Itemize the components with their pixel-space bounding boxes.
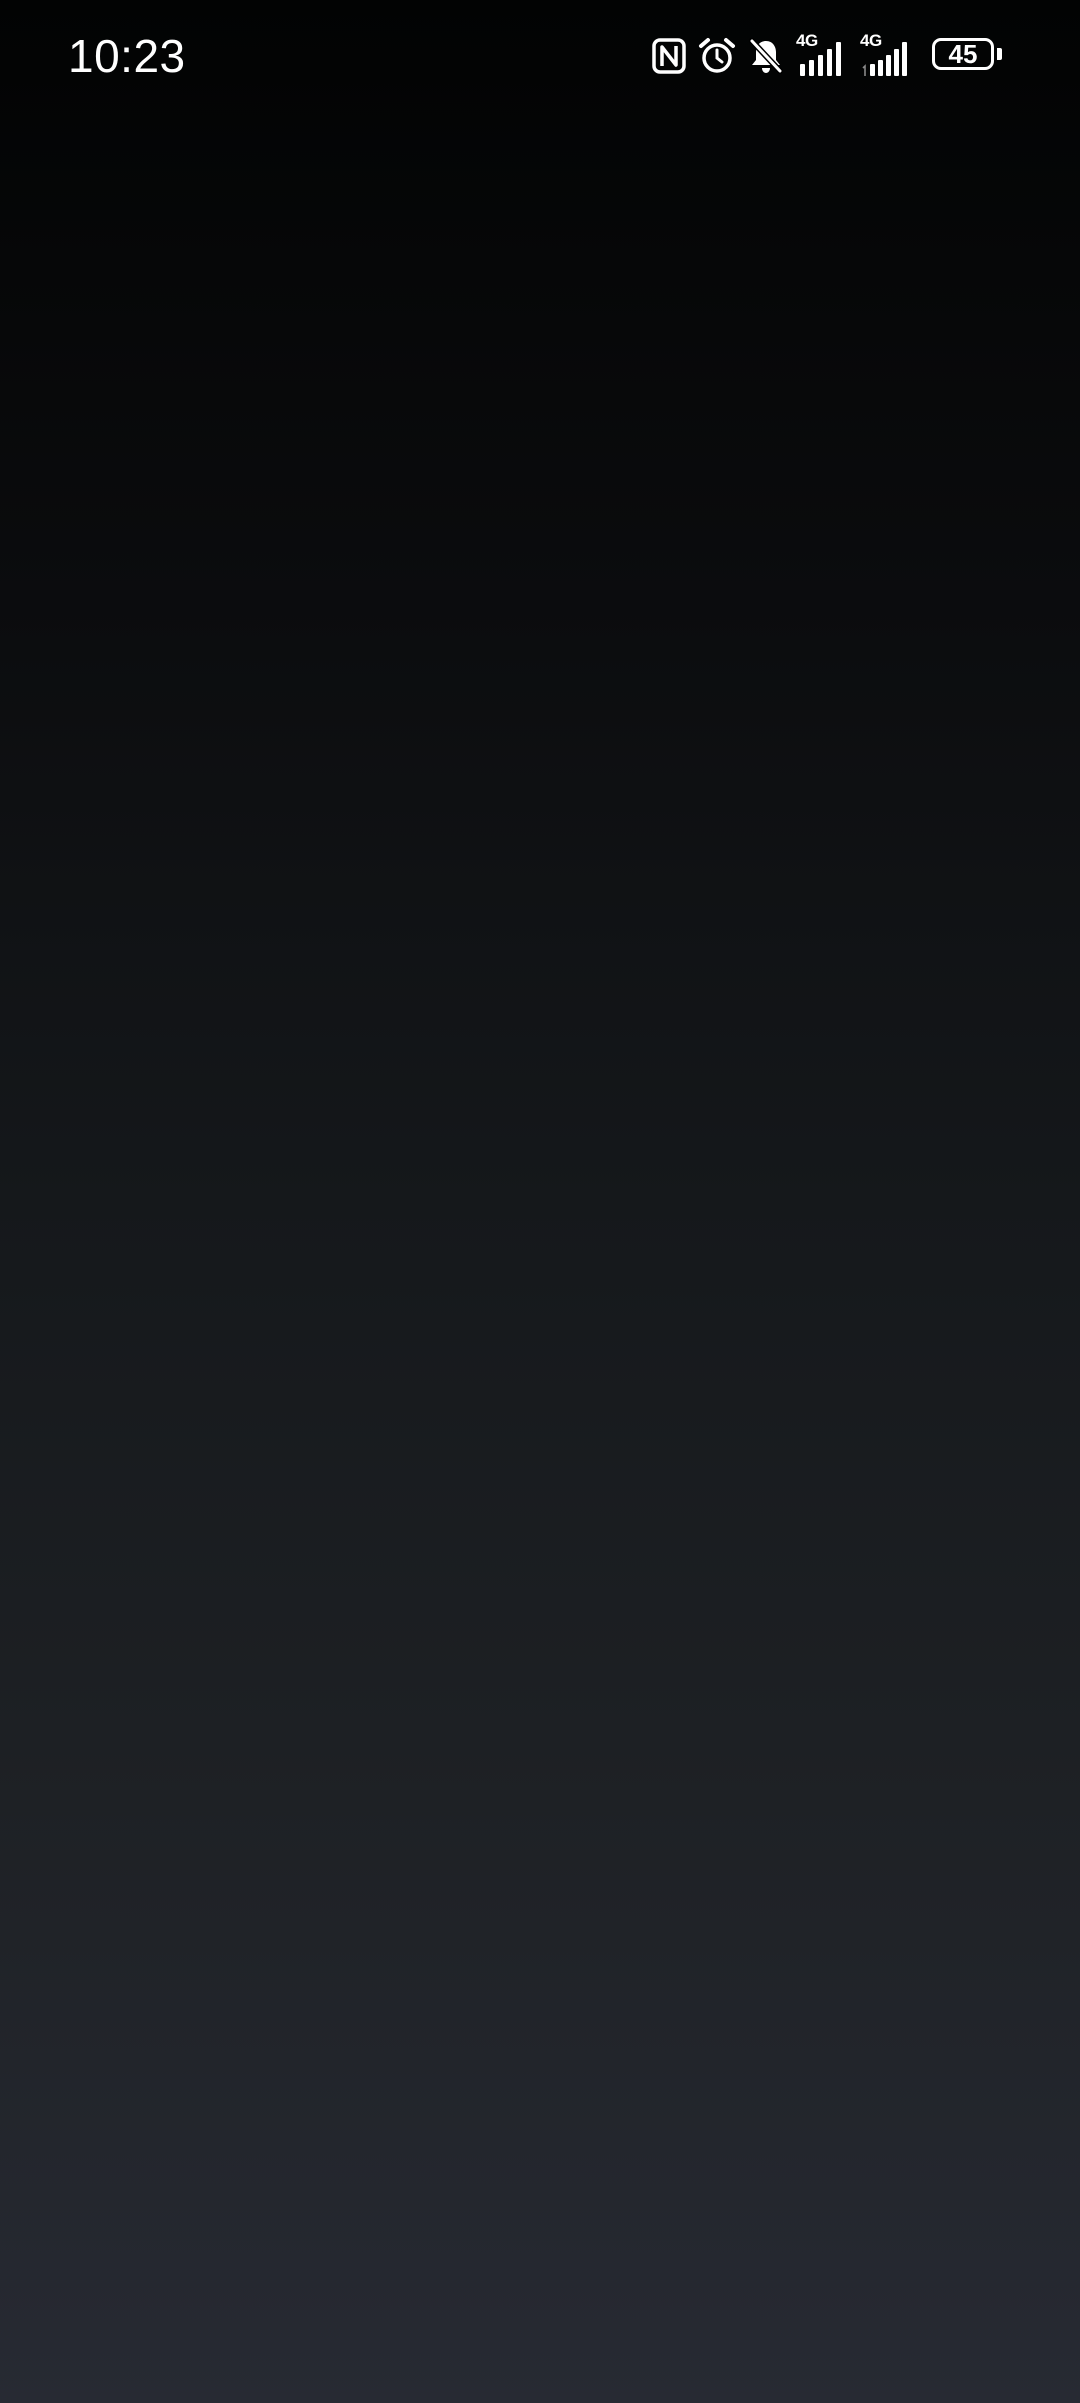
- battery-icon: 45: [932, 36, 1006, 76]
- status-icons: 4G 4G 45: [652, 32, 1006, 80]
- alarm-icon: [699, 38, 735, 73]
- nfc-icon: [652, 38, 686, 74]
- notifications-muted-icon: [749, 38, 783, 74]
- status-bar: 10:23 4G 4G 45: [0, 0, 1080, 110]
- battery-level: 45: [948, 39, 978, 69]
- signal-4g-sim2-icon: 4G: [860, 32, 912, 78]
- clock: 10:23: [68, 30, 186, 82]
- signal-4g-sim1-icon: 4G: [796, 32, 848, 78]
